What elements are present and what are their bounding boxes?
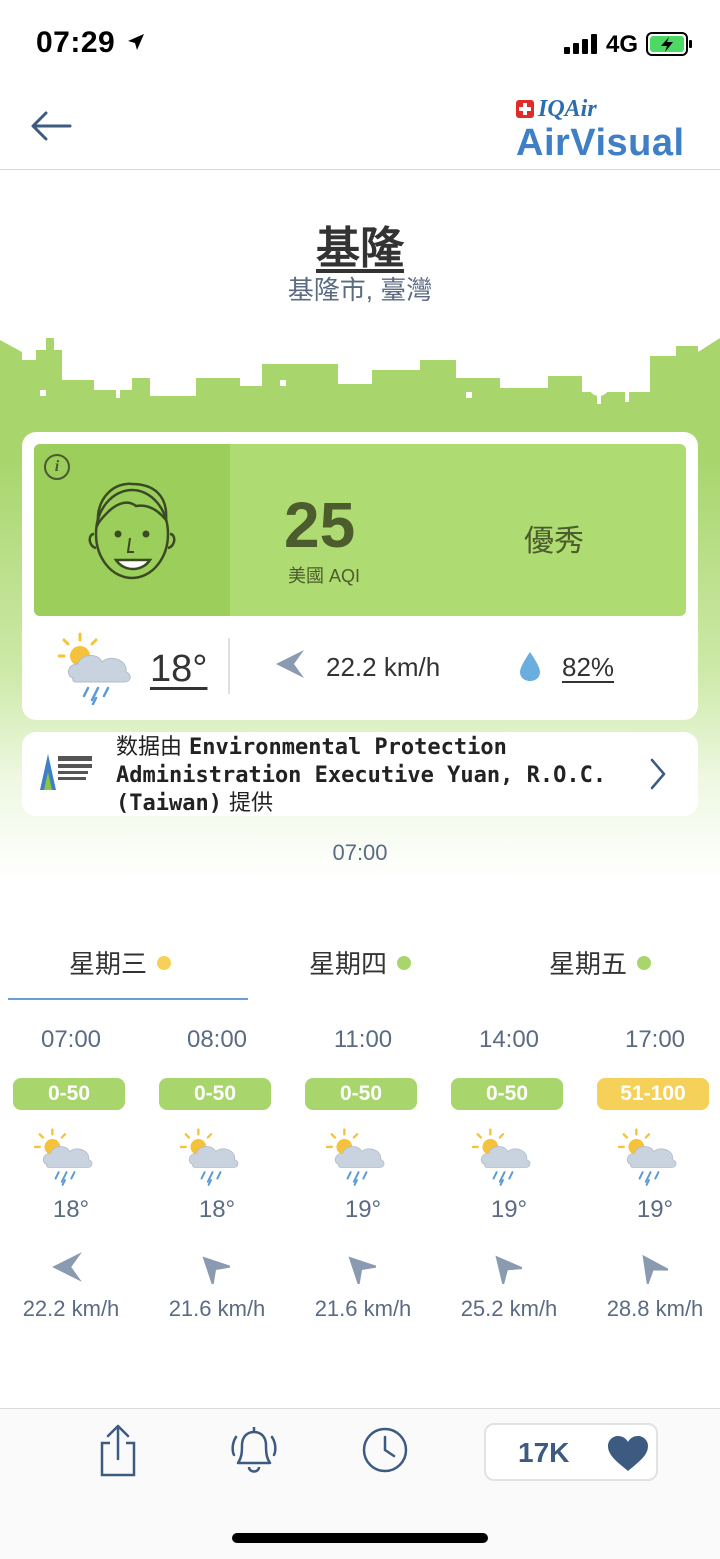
wind-direction-icon xyxy=(348,1256,376,1284)
aqi-range-badge: 0-50 xyxy=(159,1078,271,1110)
signal-icon xyxy=(564,34,597,54)
wind-direction-icon xyxy=(52,1252,82,1282)
wind-direction-icon xyxy=(495,1255,522,1284)
data-source-card[interactable]: 数据由 Environmental Protection Administrat… xyxy=(22,732,698,816)
day-label: 星期三 xyxy=(68,949,147,979)
partly-cloudy-rain-icon xyxy=(618,1128,678,1187)
logo-airvisual-text: AirVisual xyxy=(516,122,685,164)
aqi-range-badge: 0-50 xyxy=(451,1078,563,1110)
source-suffix: 提供 xyxy=(221,791,273,816)
status-time: 07:29 xyxy=(36,26,116,59)
swiss-cross-icon xyxy=(516,100,534,118)
header: IQAir AirVisual xyxy=(0,88,720,170)
hour-time: 14:00 xyxy=(478,1026,540,1053)
tab-day-1[interactable]: 星期三 xyxy=(0,944,240,981)
day-label: 星期四 xyxy=(308,949,387,979)
aqi-range-badge: 0-50 xyxy=(305,1078,417,1110)
tab-day-3[interactable]: 星期五 xyxy=(480,944,720,981)
wind-direction-icon xyxy=(202,1256,230,1284)
aqi-status: 優秀 xyxy=(524,525,584,558)
epa-logo-icon xyxy=(30,740,98,808)
hour-temperature: 19° xyxy=(344,1196,382,1223)
face-panel: i xyxy=(34,444,230,616)
airvisual-logo: IQAir AirVisual xyxy=(516,96,686,164)
current-weather-row: 18° 22.2 km/h 82% xyxy=(22,628,698,716)
aqi-value: 25 xyxy=(284,489,356,561)
partly-cloudy-rain-icon xyxy=(472,1128,532,1187)
current-temperature: 18° xyxy=(150,648,208,690)
current-wind-speed: 22.2 km/h xyxy=(326,652,441,682)
partly-cloudy-rain-icon xyxy=(58,632,131,706)
history-clock-button[interactable] xyxy=(360,1425,410,1475)
source-prefix: 数据由 xyxy=(116,735,189,760)
current-humidity: 82% xyxy=(562,652,615,682)
wind-direction-icon xyxy=(276,650,304,678)
source-name: Environmental Protection Administration … xyxy=(116,735,607,816)
hour-time: 11:00 xyxy=(333,1026,393,1053)
status-bar: 07:29 4G xyxy=(0,0,720,88)
city-region: 基隆市, 臺灣 xyxy=(287,275,433,305)
data-source-text: 数据由 Environmental Protection Administrat… xyxy=(116,734,616,818)
wind-direction-icon xyxy=(642,1254,668,1284)
partly-cloudy-rain-icon xyxy=(180,1128,240,1187)
hour-time: 07:00 xyxy=(40,1026,102,1053)
partly-cloudy-rain-icon xyxy=(34,1128,94,1187)
hour-temperature: 19° xyxy=(490,1196,528,1223)
bottom-tab-bar: 17K xyxy=(0,1408,720,1559)
back-button[interactable] xyxy=(28,108,74,144)
city-skyline-illustration xyxy=(0,330,720,440)
day-aqi-dot xyxy=(157,956,171,971)
battery-icon xyxy=(646,32,692,56)
alarm-bell-button[interactable] xyxy=(228,1423,280,1479)
aqi-panel: i 25 美國 AQI 優秀 xyxy=(34,444,686,616)
network-type: 4G xyxy=(606,31,639,58)
aqi-card[interactable]: i 25 美國 AQI 優秀 18° 22.2 km/h 82% xyxy=(22,432,698,720)
hour-temperature: 19° xyxy=(636,1196,674,1223)
day-aqi-dot xyxy=(637,956,651,971)
aqi-label: 美國 AQI xyxy=(288,566,361,586)
hour-temperature: 18° xyxy=(198,1196,236,1223)
logo-iqair-text: IQAir xyxy=(538,96,597,122)
share-button[interactable] xyxy=(96,1423,140,1479)
info-icon[interactable]: i xyxy=(44,454,70,480)
location-arrow-icon xyxy=(128,34,144,50)
follower-count: 17K xyxy=(518,1437,570,1468)
follow-button[interactable]: 17K xyxy=(484,1423,658,1481)
hour-wind-speed: 22.2 km/h xyxy=(22,1296,120,1321)
humidity-drop-icon xyxy=(520,652,540,681)
heart-icon xyxy=(608,1436,648,1471)
city-name: 基隆 xyxy=(316,224,404,273)
hour-temperature: 18° xyxy=(52,1196,90,1223)
hour-wind-speed: 28.8 km/h xyxy=(606,1296,704,1321)
happy-face-icon xyxy=(88,482,176,580)
hour-time: 17:00 xyxy=(624,1026,686,1053)
active-tab-indicator xyxy=(8,998,248,1000)
update-time: 07:00 xyxy=(332,840,388,865)
day-label: 星期五 xyxy=(548,949,627,979)
divider xyxy=(228,638,230,694)
tab-day-2[interactable]: 星期四 xyxy=(240,944,480,981)
home-indicator xyxy=(232,1533,488,1543)
hour-time: 08:00 xyxy=(186,1026,248,1053)
hour-wind-speed: 25.2 km/h xyxy=(460,1296,558,1321)
partly-cloudy-rain-icon xyxy=(326,1128,386,1187)
day-aqi-dot xyxy=(397,956,411,971)
chevron-right-icon xyxy=(650,758,666,790)
aqi-range-badge: 51-100 xyxy=(597,1078,709,1110)
hour-wind-speed: 21.6 km/h xyxy=(168,1296,266,1321)
aqi-range-badge: 0-50 xyxy=(13,1078,125,1110)
hour-wind-speed: 21.6 km/h xyxy=(314,1296,412,1321)
